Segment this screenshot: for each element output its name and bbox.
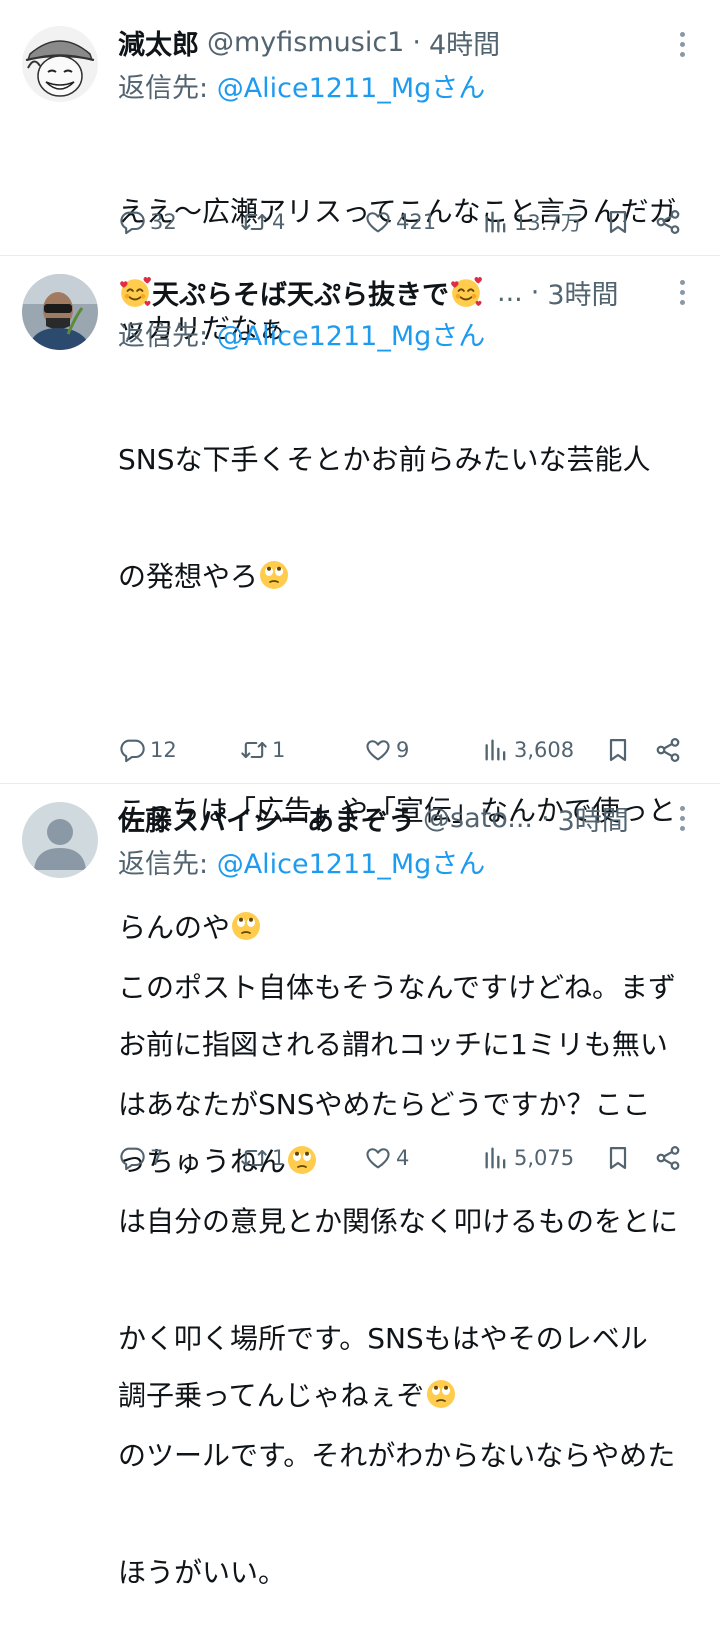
reply-icon — [118, 1144, 146, 1172]
action-bar: 12 1 9 3,608 — [118, 730, 692, 770]
share-button[interactable] — [654, 1138, 682, 1178]
name-truncation: ... — [497, 276, 523, 308]
like-count: 4 — [396, 1146, 410, 1170]
tweet-text-line: の発想やろ — [118, 557, 708, 596]
views-chart-icon — [482, 208, 510, 236]
smiling-face-with-hearts-emoji — [449, 275, 483, 309]
more-icon[interactable] — [672, 798, 692, 838]
action-bar: 32 4 421 13.7万 — [118, 202, 692, 242]
bookmark-button[interactable] — [604, 730, 632, 770]
timestamp[interactable]: 4時間 — [429, 23, 500, 62]
repost-button[interactable]: 1 — [240, 730, 285, 770]
tweet-text: このポスト自体もそうなんですけどね。まず はあなたがSNSやめたらどうですか？こ… — [118, 890, 708, 1631]
bookmark-icon — [604, 1144, 632, 1172]
views-chart-icon — [482, 1144, 510, 1172]
share-icon — [654, 1144, 682, 1172]
bookmark-button[interactable] — [604, 1138, 632, 1178]
repost-icon — [240, 736, 268, 764]
reply-count: 32 — [150, 210, 177, 234]
repost-button[interactable]: 1 — [240, 1138, 285, 1178]
separator-dot: · — [412, 26, 421, 58]
user-handle[interactable]: @myfismusic1 — [207, 27, 404, 58]
tweet-text-line: かく叩く場所です。SNSもはやそのレベル — [118, 1322, 648, 1355]
tweet-text-line: ほうがいい。 — [118, 1556, 287, 1589]
views-button[interactable]: 13.7万 — [482, 202, 582, 242]
reply-button[interactable]: 7 — [118, 1138, 163, 1178]
tweet-text-line — [118, 674, 708, 713]
tweet-header: 天ぷらそば天ぷら抜きで ... · 3時間 — [118, 272, 660, 312]
reply-icon — [118, 736, 146, 764]
views-button[interactable]: 3,608 — [482, 730, 574, 770]
more-icon[interactable] — [672, 272, 692, 312]
repost-count: 1 — [272, 1146, 286, 1170]
reply-button[interactable]: 12 — [118, 730, 177, 770]
share-button[interactable] — [654, 730, 682, 770]
reply-to: 返信先: @Alice1211_Mgさん — [118, 842, 485, 881]
share-icon — [654, 736, 682, 764]
like-button[interactable]: 421 — [364, 202, 436, 242]
view-count: 5,075 — [514, 1146, 575, 1170]
user-handle[interactable]: @sato... — [423, 803, 533, 834]
display-name[interactable]: 天ぷらそば天ぷら抜きで — [152, 273, 449, 312]
bookmark-button[interactable] — [604, 202, 632, 242]
heart-icon — [364, 736, 392, 764]
like-button[interactable]: 4 — [364, 1138, 409, 1178]
display-name[interactable]: 佐藤スパイシーあまぞう — [118, 799, 415, 838]
tweet-text-line: のツールです。それがわからないならやめた — [118, 1439, 676, 1472]
tweet-text-line: このポスト自体もそうなんですけどね。まず — [118, 971, 677, 1004]
like-count: 421 — [396, 210, 437, 234]
reply-mention-link[interactable]: @Alice1211_Mgさん — [217, 849, 486, 880]
reply-to-prefix: 返信先: — [118, 321, 217, 352]
face-with-rolling-eyes-emoji — [258, 559, 290, 591]
reply-count: 7 — [150, 1146, 164, 1170]
reply-to-prefix: 返信先: — [118, 73, 217, 104]
share-button[interactable] — [654, 202, 682, 242]
separator-dot: · — [530, 276, 540, 308]
tweet-text-line: は自分の意見とか関係なく叩けるものをとに — [118, 1205, 679, 1238]
more-icon[interactable] — [672, 24, 692, 64]
avatar[interactable] — [22, 274, 98, 350]
tweet-header: 減太郎 @myfismusic1 · 4時間 — [118, 22, 660, 62]
bookmark-icon — [604, 736, 632, 764]
repost-icon — [240, 208, 268, 236]
avatar-photo-image — [22, 274, 98, 350]
tweet-header: 佐藤スパイシーあまぞう @sato... · 3時間 — [118, 798, 660, 838]
smiling-face-with-hearts-emoji — [118, 275, 152, 309]
view-count: 13.7万 — [514, 211, 582, 235]
heart-icon — [364, 208, 392, 236]
avatar[interactable] — [22, 26, 98, 102]
repost-icon — [240, 1144, 268, 1172]
like-button[interactable]: 9 — [364, 730, 409, 770]
views-chart-icon — [482, 736, 510, 764]
default-avatar-image — [22, 802, 98, 878]
timestamp[interactable]: 3時間 — [547, 273, 618, 312]
reply-mention-link[interactable]: @Alice1211_Mgさん — [217, 73, 486, 104]
view-count: 3,608 — [514, 738, 575, 762]
share-icon — [654, 208, 682, 236]
repost-button[interactable]: 4 — [240, 202, 285, 242]
heart-icon — [364, 1144, 392, 1172]
repost-count: 4 — [272, 210, 286, 234]
views-button[interactable]: 5,075 — [482, 1138, 574, 1178]
tweet-text-line: はあなたがSNSやめたらどうですか？ここ — [118, 1088, 651, 1121]
reply-count: 12 — [150, 738, 177, 762]
tweet-text-line: SNSな下手くそとかお前らみたいな芸能人 — [118, 443, 651, 476]
reply-to-prefix: 返信先: — [118, 849, 217, 880]
reply-mention-link[interactable]: @Alice1211_Mgさん — [217, 321, 486, 352]
action-bar: 7 1 4 5,075 — [118, 1138, 692, 1178]
bookmark-icon — [604, 208, 632, 236]
reply-to: 返信先: @Alice1211_Mgさん — [118, 66, 485, 105]
reply-to: 返信先: @Alice1211_Mgさん — [118, 314, 485, 353]
avatar-sketch-image — [22, 26, 98, 102]
timestamp[interactable]: 3時間 — [558, 799, 629, 838]
reply-icon — [118, 208, 146, 236]
like-count: 9 — [396, 738, 410, 762]
avatar[interactable] — [22, 802, 98, 878]
separator-dot: · — [541, 802, 550, 834]
reply-button[interactable]: 32 — [118, 202, 177, 242]
display-name[interactable]: 減太郎 — [118, 23, 199, 62]
repost-count: 1 — [272, 738, 286, 762]
